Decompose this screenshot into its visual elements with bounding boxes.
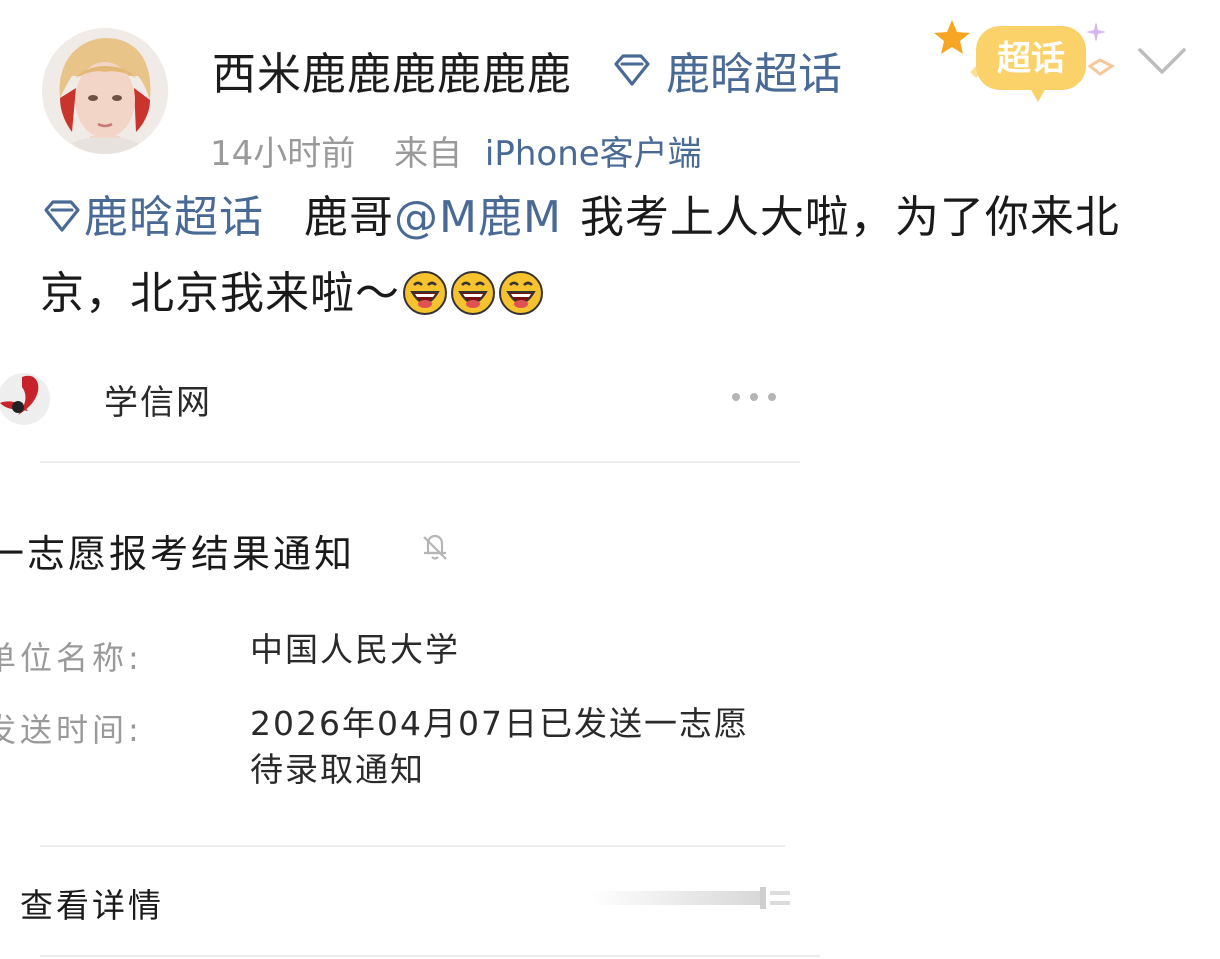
badge-label: 超话 [997,39,1065,79]
avatar[interactable] [42,28,168,154]
xuexin-logo [0,373,50,425]
avatar-image [42,28,168,154]
field-value-time: 2026年04月07日已发送一志愿待录取通知 [250,704,749,789]
embedded-screenshot[interactable]: 学信网 一志愿报考结果通知 单位名称: 中国人民大学 发送时间: 2026年04… [0,355,820,959]
post-content: 鹿晗超话 鹿哥@M鹿M 我考上人大啦，为了你来北京，北京我来啦～ [40,180,1180,332]
blurred-area [590,887,790,909]
laughing-emoji [451,271,495,315]
username[interactable]: 西米鹿鹿鹿鹿鹿鹿 [212,38,572,102]
divider [40,461,800,463]
diamond-icon [614,54,650,86]
view-details-link[interactable]: 查看详情 [20,879,164,927]
laughing-emoji [403,271,447,315]
content-topic-link[interactable]: 鹿晗超话 [40,192,264,243]
source-prefix: 来自 [394,134,463,174]
more-icon[interactable] [730,391,778,403]
field-label-time: 发送时间: [0,711,143,749]
star-badge-icon: 超话 [934,20,1115,102]
content-topic-label: 鹿晗超话 [84,192,264,243]
content-text-1: 鹿哥 [304,192,394,243]
diamond-icon [44,200,80,232]
notice-title: 一志愿报考结果通知 [0,532,356,576]
topic-link-header[interactable]: 鹿晗超话 [610,38,842,102]
chevron-down-icon[interactable] [1136,44,1188,78]
topic-label: 鹿晗超话 [666,49,842,100]
sender-name: 学信网 [104,383,212,423]
field-value-unit: 中国人民大学 [250,630,460,669]
chaohua-badge[interactable]: 超话 [930,12,1120,108]
user-mention[interactable]: @M鹿M [394,192,562,243]
post-meta: 14小时前 来自 iPhone客户端 [210,126,730,175]
post-time: 14小时前 [210,134,356,174]
divider [40,955,820,957]
laughing-emoji [499,271,543,315]
bell-off-icon [423,534,447,560]
field-label-unit: 单位名称: [0,639,143,677]
divider [40,845,785,847]
source-device[interactable]: iPhone客户端 [485,134,702,174]
